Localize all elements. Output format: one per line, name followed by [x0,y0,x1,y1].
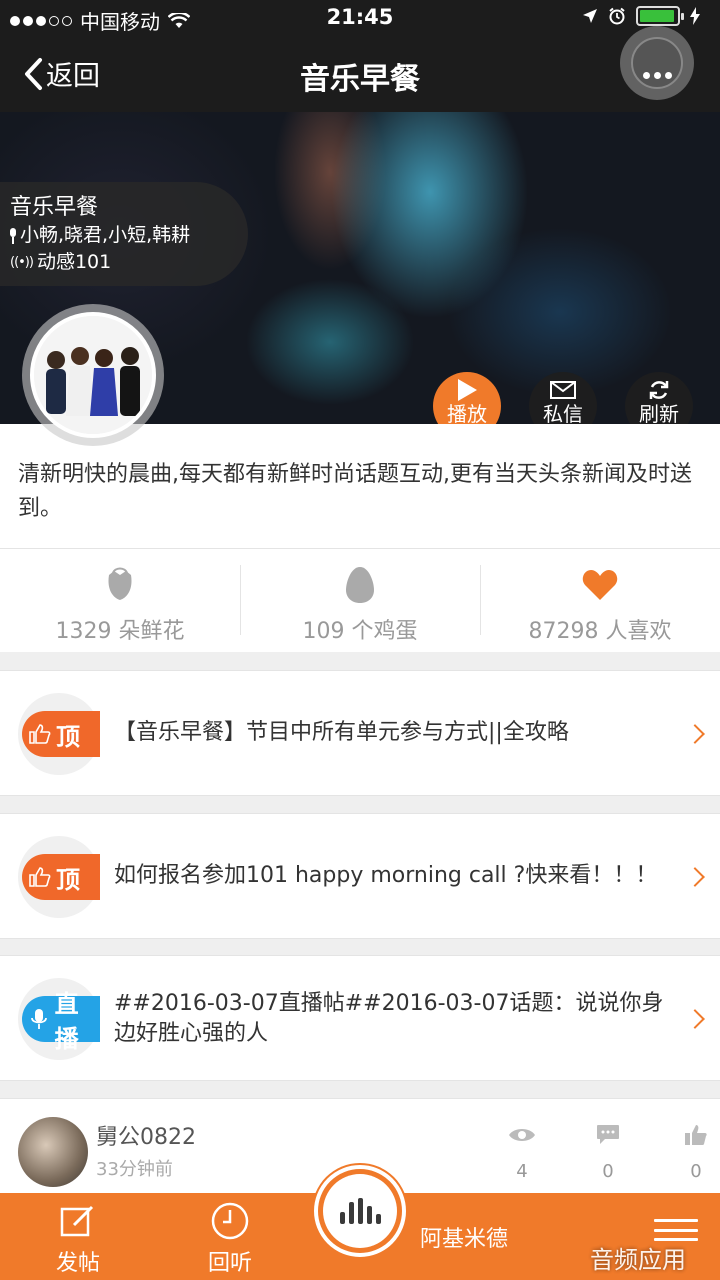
envelope-icon [550,381,576,399]
thumbs-up-icon [685,1125,707,1145]
show-name: 音乐早餐 [10,195,99,220]
chevron-right-icon [685,1009,705,1029]
hosts-label: 小畅,晓君,小短,韩耕 [20,224,191,246]
likes-count: 87298 人喜欢 [528,619,672,644]
compose-icon [60,1205,94,1237]
topic-item[interactable]: 直播 ##2016-03-07直播帖##2016-03-07话题：说说你身边好胜… [0,955,720,1081]
thumbs-up-icon [29,867,51,887]
thumbs-up-icon [29,724,51,744]
nav-bar: 返回 音乐早餐 [0,26,720,112]
more-dots-icon [631,37,683,89]
pinned-badge: 顶 [22,711,100,757]
post-tab-label: 发帖 [55,1251,100,1276]
flowers-stat[interactable]: 1329 朵鲜花 [0,549,240,652]
now-playing-button[interactable] [314,1165,406,1257]
chevron-right-icon [685,724,705,744]
views-stat: 4 [502,1121,542,1182]
comments-stat[interactable]: 0 [588,1121,628,1182]
pinned-badge: 顶 [22,854,100,900]
likes-stat[interactable]: 87298 人喜欢 [480,549,720,652]
broadcast-icon: ((•)) [10,255,34,270]
message-button[interactable]: 私信 [529,372,597,424]
egg-icon [346,567,374,603]
pinned-label: 顶 [56,865,80,894]
chevron-right-icon [685,867,705,887]
location-arrow-icon [583,9,597,23]
status-right [582,6,700,26]
pinned-label: 顶 [56,722,80,751]
heart-icon [582,570,618,600]
play-icon [458,379,477,401]
live-label: 直播 [54,990,79,1053]
refresh-button[interactable]: 刷新 [625,372,693,424]
topic-item[interactable]: 顶 如何报名参加101 happy morning call ?快来看！！！ [0,813,720,939]
watermark-text: 音频应用 [590,1246,686,1274]
hosts-row: 小畅,晓君,小短,韩耕 [10,222,248,249]
more-floating-button[interactable] [620,26,694,100]
replay-tab[interactable]: 回听 [190,1199,270,1277]
refresh-label: 刷新 [639,402,679,424]
avatar[interactable] [18,1117,88,1187]
play-label: 播放 [447,402,487,424]
comment-icon [597,1125,619,1144]
flower-icon [108,567,132,600]
views-count: 4 [516,1161,528,1182]
menu-icon[interactable] [654,1219,698,1241]
topic-title: 【音乐早餐】节目中所有单元参与方式||全攻略 [114,720,569,745]
sound-bars-icon [339,1198,381,1224]
post-tab[interactable]: 发帖 [38,1199,118,1277]
eye-icon [509,1129,535,1141]
likes-count: 0 [690,1161,702,1182]
likes-stat[interactable]: 0 [676,1121,716,1182]
status-bar: 中国移动 21:45 [0,0,720,36]
topic-item[interactable]: 顶 【音乐早餐】节目中所有单元参与方式||全攻略 [0,670,720,796]
replay-tab-label: 回听 [207,1251,252,1276]
topic-title: 如何报名参加101 happy morning call ?快来看！！！ [114,863,658,888]
microphone-icon [10,227,16,244]
message-label: 私信 [543,402,583,424]
eggs-count: 109 个鸡蛋 [302,619,418,644]
flowers-count: 1329 朵鲜花 [55,619,185,644]
show-avatar[interactable] [22,304,164,446]
topic-title: ##2016-03-07直播帖##2016-03-07话题：说说你身边好胜心强的… [114,991,664,1046]
station-label: 动感101 [36,251,112,273]
battery-icon [636,6,684,26]
now-playing-title[interactable]: 阿基米德 [420,1221,508,1253]
stats-row: 1329 朵鲜花 109 个鸡蛋 87298 人喜欢 [0,548,720,652]
comments-count: 0 [602,1161,614,1182]
post-timestamp: 33分钟前 [96,1159,173,1180]
show-info-pill: 音乐早餐 小畅,晓君,小短,韩耕 ((•)) 动感101 [0,182,248,286]
station-row: ((•)) 动感101 [10,249,248,276]
post-username[interactable]: 舅公0822 [96,1119,196,1151]
play-button[interactable]: 播放 [433,372,501,424]
refresh-icon [649,381,669,399]
alarm-icon [609,7,625,25]
microphone-icon [31,1009,48,1029]
live-badge: 直播 [22,990,100,1053]
hosts-photo [30,312,156,438]
eggs-stat[interactable]: 109 个鸡蛋 [240,549,480,652]
page-title: 音乐早餐 [300,62,420,97]
clock-icon [211,1202,249,1240]
charging-icon [690,7,700,25]
